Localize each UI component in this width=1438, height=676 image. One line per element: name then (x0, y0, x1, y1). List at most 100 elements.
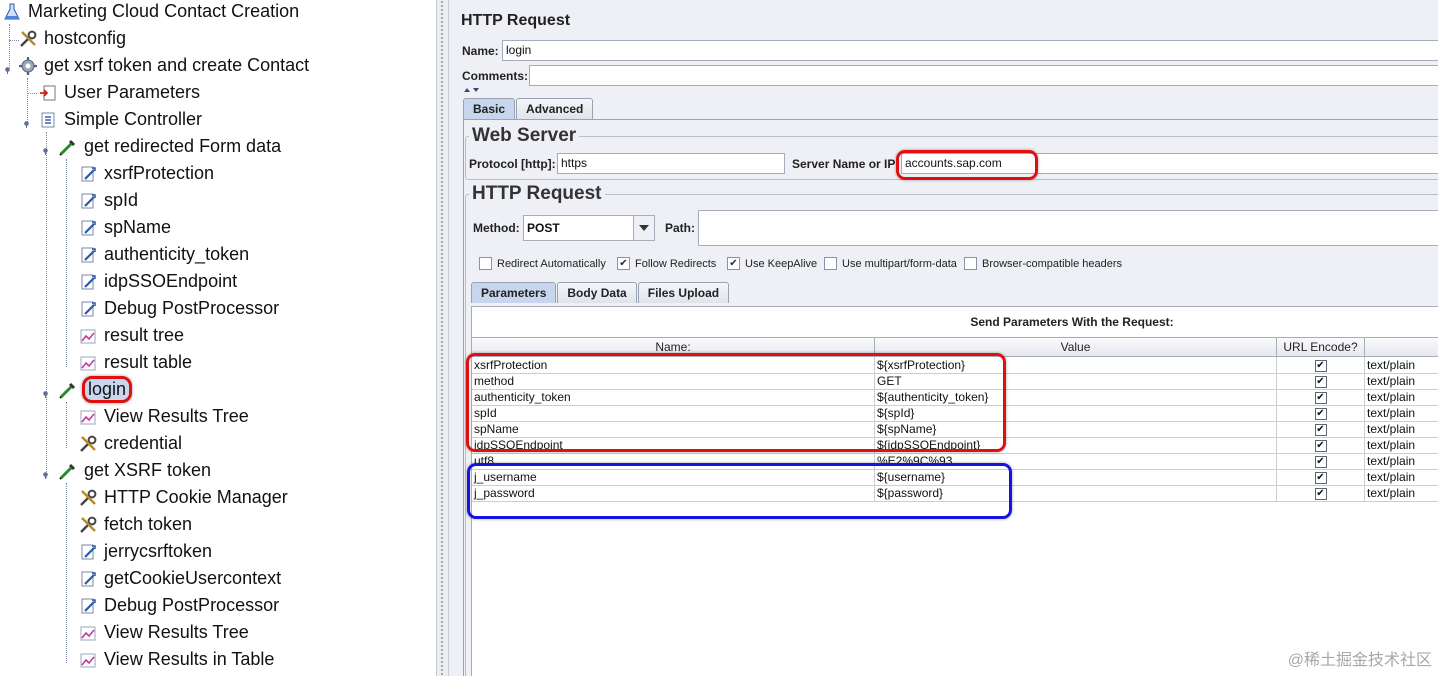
cell-url-encode[interactable]: ✔ (1277, 373, 1365, 389)
chevron-down-icon[interactable] (633, 216, 654, 240)
tree-node[interactable]: Debug PostProcessor (78, 592, 281, 619)
expand-knob-icon[interactable] (41, 142, 50, 155)
cell-type[interactable]: text/plain (1365, 485, 1438, 501)
checkbox-checked-icon[interactable]: ✔ (1314, 439, 1327, 452)
checkbox-checked-icon[interactable]: ✔ (617, 257, 630, 270)
checkbox-checked-icon[interactable]: ✔ (1314, 471, 1327, 484)
checkbox-checked-icon[interactable]: ✔ (1314, 407, 1327, 420)
option-checkbox[interactable]: Browser-compatible headers (964, 257, 1122, 270)
expand-knob-icon[interactable] (3, 61, 12, 74)
cell-url-encode[interactable]: ✔ (1277, 453, 1365, 469)
protocol-field[interactable]: https (557, 153, 785, 174)
method-select[interactable]: POST (523, 215, 655, 241)
name-label: Name: (462, 44, 499, 58)
cell-url-encode[interactable]: ✔ (1277, 421, 1365, 437)
tree-node[interactable]: get xsrf token and create Contact (18, 52, 311, 79)
option-checkbox[interactable]: ✔ Use KeepAlive (727, 257, 817, 270)
web-server-title: Web Server (469, 125, 580, 147)
cell-type[interactable]: text/plain (1365, 421, 1438, 437)
checkbox-checked-icon[interactable]: ✔ (1314, 487, 1327, 500)
tree-node[interactable]: HTTP Cookie Manager (78, 484, 290, 511)
splitter-grip[interactable] (440, 0, 445, 676)
checkbox-checked-icon[interactable]: ✔ (1314, 455, 1327, 468)
controller-icon (38, 110, 58, 130)
tree-node[interactable]: spName (78, 214, 173, 241)
checkbox-label: Browser-compatible headers (982, 257, 1123, 270)
test-plan-tree[interactable]: Marketing Cloud Contact Creation hostconf… (0, 0, 436, 676)
cell-url-encode[interactable]: ✔ (1277, 485, 1365, 501)
option-checkbox[interactable]: ✔ Follow Redirects (617, 257, 716, 270)
cell-type[interactable]: text/plain (1365, 469, 1438, 485)
tree-node[interactable]: get redirected Form data (58, 133, 283, 160)
name-field[interactable]: login (502, 40, 1438, 61)
tab-files-upload[interactable]: Files Upload (637, 282, 730, 303)
cell-url-encode[interactable]: ✔ (1277, 437, 1365, 453)
option-checkbox[interactable]: Redirect Automatically (479, 257, 606, 270)
protocol-label: Protocol [http]: (469, 157, 556, 171)
cell-url-encode[interactable]: ✔ (1277, 469, 1365, 485)
sub-tabs: Parameters Body Data Files Upload (471, 282, 730, 303)
col-header-url-encode[interactable]: URL Encode? (1277, 338, 1365, 356)
tree-node[interactable]: View Results in Table (78, 646, 276, 673)
tree-node[interactable]: credential (78, 430, 184, 457)
cell-type[interactable]: text/plain (1365, 453, 1438, 469)
checkbox-checked-icon[interactable]: ✔ (727, 257, 740, 270)
tree-node[interactable]: getCookieUsercontext (78, 565, 283, 592)
expand-knob-icon[interactable] (22, 115, 31, 128)
tree-node[interactable]: View Results Tree (78, 619, 251, 646)
expand-knob-icon[interactable] (41, 385, 50, 398)
tree-node[interactable]: login (58, 376, 133, 403)
pane-splitter[interactable] (436, 0, 449, 676)
tree-node[interactable]: idpSSOEndpoint (78, 268, 239, 295)
comments-field[interactable] (529, 65, 1438, 86)
tree-node[interactable]: fetch token (78, 511, 194, 538)
pipette-icon (58, 380, 78, 400)
checkbox-unchecked-icon[interactable] (479, 257, 492, 270)
checkbox-checked-icon[interactable]: ✔ (1314, 375, 1327, 388)
wrench-icon (18, 29, 38, 49)
tree-node[interactable]: View Results Tree (78, 403, 251, 430)
checkbox-unchecked-icon[interactable] (964, 257, 977, 270)
tree-node[interactable]: authenticity_token (78, 241, 251, 268)
tree-node[interactable]: xsrfProtection (78, 160, 216, 187)
chart-icon (78, 623, 98, 643)
tree-node-label: hostconfig (44, 28, 127, 48)
cell-type[interactable]: text/plain (1365, 437, 1438, 453)
cell-type[interactable]: text/plain (1365, 357, 1438, 373)
cell-type[interactable]: text/plain (1365, 373, 1438, 389)
cell-url-encode[interactable]: ✔ (1277, 389, 1365, 405)
checkbox-checked-icon[interactable]: ✔ (1314, 391, 1327, 404)
flask-icon (2, 2, 22, 22)
checkbox-label: Use multipart/form-data (842, 257, 957, 270)
cell-type[interactable]: text/plain (1365, 389, 1438, 405)
collapse-arrows-icon[interactable] (463, 86, 483, 94)
option-checkbox[interactable]: Use multipart/form-data (824, 257, 957, 270)
tree-node[interactable]: Debug PostProcessor (78, 295, 281, 322)
tree-node-label: Marketing Cloud Contact Creation (28, 1, 300, 21)
tree-node[interactable]: result table (78, 349, 194, 376)
cell-url-encode[interactable]: ✔ (1277, 405, 1365, 421)
tab-parameters[interactable]: Parameters (471, 282, 557, 303)
tree-node[interactable]: Simple Controller (38, 106, 204, 133)
tab-advanced[interactable]: Advanced (516, 98, 594, 119)
tab-body-data[interactable]: Body Data (557, 282, 637, 303)
path-field[interactable] (698, 210, 1438, 246)
tree-node[interactable]: hostconfig (18, 25, 128, 52)
tree-node[interactable]: result tree (78, 322, 186, 349)
tree-node[interactable]: jerrycsrftoken (78, 538, 214, 565)
cell-type[interactable]: text/plain (1365, 405, 1438, 421)
tree-node-label: jerrycsrftoken (104, 541, 213, 561)
tree-node[interactable]: Marketing Cloud Contact Creation (2, 0, 301, 25)
tree-node[interactable]: get XSRF token (58, 457, 213, 484)
checkbox-checked-icon[interactable]: ✔ (1314, 359, 1327, 372)
tree-node[interactable]: spId (78, 187, 140, 214)
tab-basic[interactable]: Basic (463, 98, 516, 119)
checkbox-checked-icon[interactable]: ✔ (1314, 423, 1327, 436)
tree-node[interactable]: User Parameters (38, 79, 202, 106)
cell-url-encode[interactable]: ✔ (1277, 357, 1365, 373)
col-header-content-type[interactable] (1365, 338, 1438, 356)
checkbox-unchecked-icon[interactable] (824, 257, 837, 270)
expand-knob-icon[interactable] (41, 466, 50, 479)
tree-node-label: HTTP Cookie Manager (104, 487, 288, 507)
chart-icon (78, 326, 98, 346)
